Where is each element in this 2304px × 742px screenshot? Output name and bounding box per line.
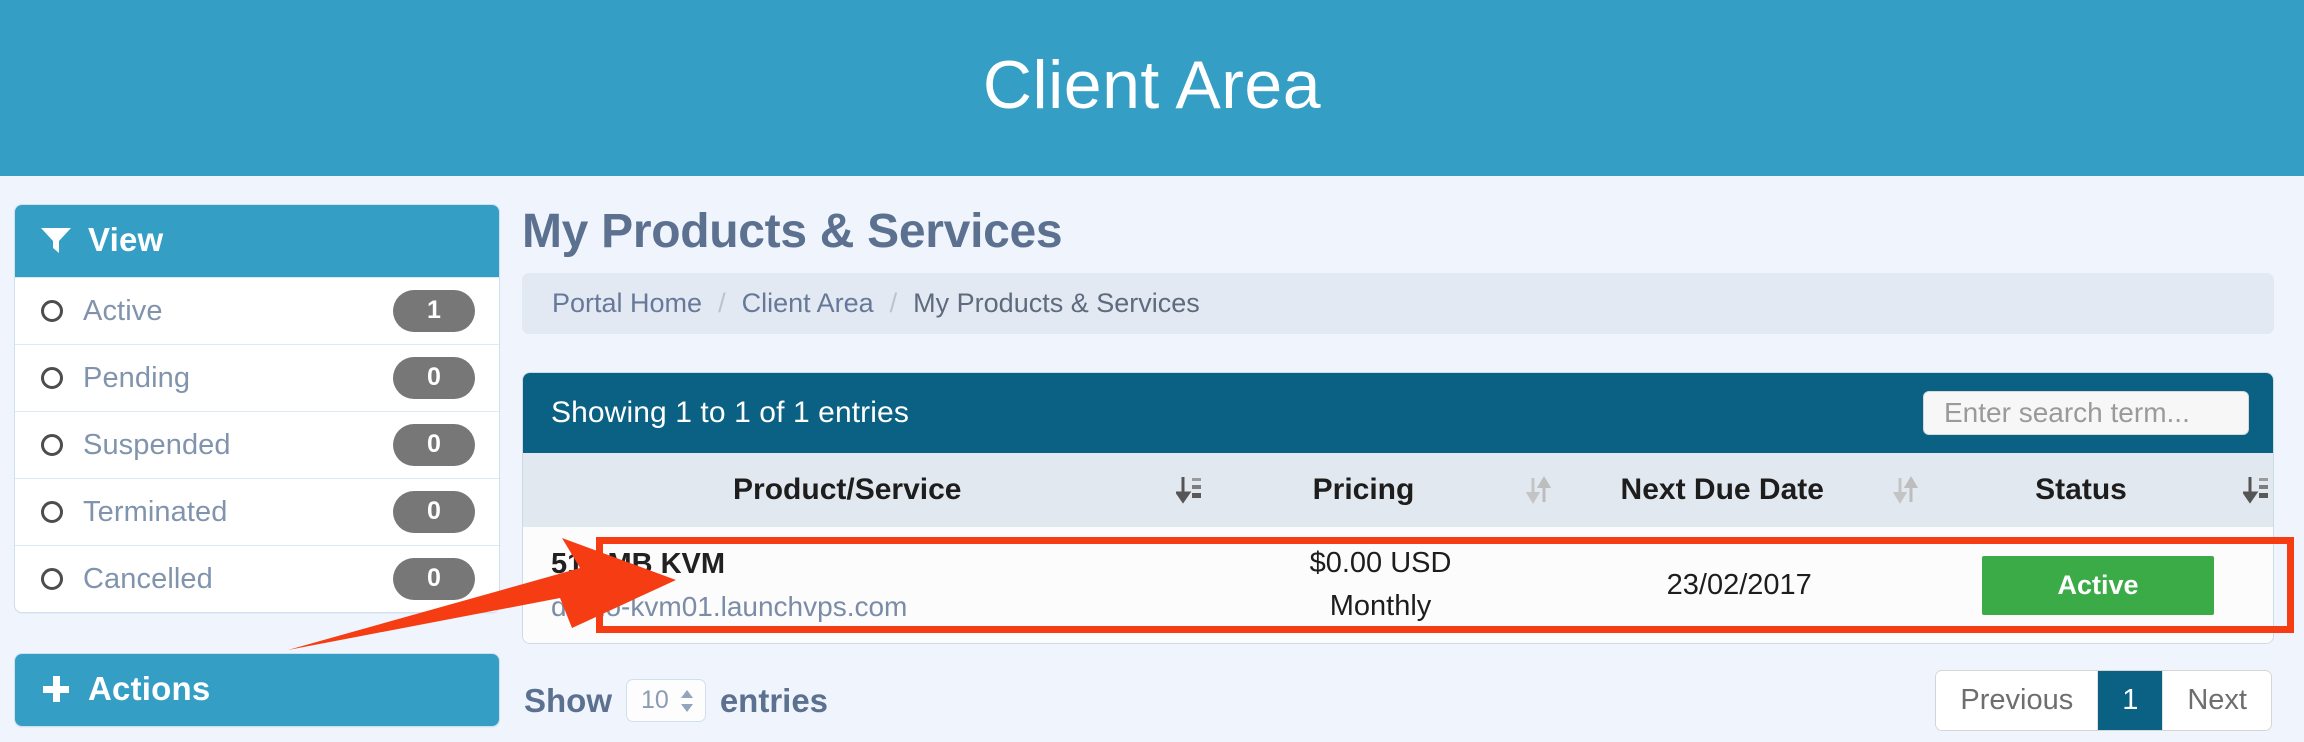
pagination-previous[interactable]: Previous <box>1936 671 2098 730</box>
sort-desc-icon[interactable] <box>2239 475 2273 505</box>
sidebar-item-label: Cancelled <box>83 562 213 595</box>
status-count-badge: 0 <box>393 424 475 466</box>
sidebar-item-terminated[interactable]: Terminated 0 <box>15 478 499 545</box>
sort-both-icon[interactable] <box>1889 475 1923 505</box>
product-domain[interactable]: demo-kvm01.launchvps.com <box>523 591 1206 623</box>
breadcrumb: Portal Home / Client Area / My Products … <box>522 273 2274 334</box>
breadcrumb-item-client-area[interactable]: Client Area <box>742 288 874 319</box>
products-table: Product/Service Pricing Next Due Date St… <box>523 453 2273 643</box>
actions-panel-title: Actions <box>88 670 211 707</box>
status-badge: Active <box>1982 555 2214 615</box>
list-item-left: Pending <box>41 362 190 395</box>
page-banner: Client Area <box>0 0 2304 176</box>
cell-next-due-date: 23/02/2017 <box>1555 527 1923 643</box>
sidebar-item-cancelled[interactable]: Cancelled 0 <box>15 545 499 612</box>
breadcrumb-separator: / <box>718 288 726 318</box>
table-body: 512 MB KVM demo-kvm01.launchvps.com $0.0… <box>523 527 2273 643</box>
column-header-next-due-date[interactable]: Next Due Date <box>1555 453 1923 527</box>
cell-pricing: $0.00 USD Monthly <box>1205 527 1556 643</box>
products-table-card: Showing 1 to 1 of 1 entries Product/Serv… <box>522 372 2274 644</box>
sidebar-item-label: Active <box>83 294 163 327</box>
cell-product-service: 512 MB KVM demo-kvm01.launchvps.com <box>523 527 1206 643</box>
show-entries-control: Show 10 entries <box>524 679 828 722</box>
sidebar-item-pending[interactable]: Pending 0 <box>15 344 499 411</box>
sidebar-item-label: Suspended <box>83 428 231 461</box>
list-item-left: Active <box>41 295 163 328</box>
main-content: My Products & Services Portal Home / Cli… <box>522 204 2304 731</box>
cell-status: Active <box>1923 527 2273 643</box>
circle-o-icon <box>41 501 63 523</box>
show-label: Show <box>524 681 612 719</box>
status-count-badge: 0 <box>393 491 475 533</box>
table-card-header: Showing 1 to 1 of 1 entries <box>523 373 2273 453</box>
circle-o-icon <box>41 300 63 322</box>
sidebar: View Active 1 Pending 0 Suspended 0 Term… <box>0 204 522 731</box>
pagination-next[interactable]: Next <box>2162 671 2271 730</box>
breadcrumb-item-current: My Products & Services <box>913 288 1200 318</box>
sidebar-item-suspended[interactable]: Suspended 0 <box>15 411 499 478</box>
sidebar-item-active[interactable]: Active 1 <box>15 277 499 344</box>
spinner-arrows-icon[interactable] <box>679 689 695 713</box>
filter-icon <box>41 226 71 254</box>
showing-entries-text: Showing 1 to 1 of 1 entries <box>551 396 909 429</box>
column-label: Product/Service <box>733 473 962 506</box>
entries-per-page-select[interactable]: 10 <box>626 679 706 722</box>
table-head: Product/Service Pricing Next Due Date St… <box>523 453 2273 527</box>
breadcrumb-item-portal-home[interactable]: Portal Home <box>552 288 702 319</box>
sidebar-item-label: Terminated <box>83 495 228 528</box>
actions-panel-header: Actions <box>15 654 499 726</box>
status-count-badge: 0 <box>393 357 475 399</box>
entries-value: 10 <box>641 686 669 714</box>
view-filter-panel: View Active 1 Pending 0 Suspended 0 Term… <box>14 204 500 613</box>
column-label: Pricing <box>1312 473 1415 506</box>
breadcrumb-separator: / <box>889 288 898 318</box>
sort-both-icon[interactable] <box>1522 475 1556 505</box>
column-header-pricing[interactable]: Pricing <box>1205 453 1556 527</box>
price-cycle: Monthly <box>1329 590 1432 622</box>
plus-icon <box>41 674 71 704</box>
list-item-left: Suspended <box>41 429 231 462</box>
circle-o-icon <box>41 434 63 456</box>
page-title: My Products & Services <box>522 205 1063 258</box>
search-input[interactable] <box>1923 391 2249 435</box>
column-label: Next Due Date <box>1620 473 1824 506</box>
list-item-left: Cancelled <box>41 563 213 596</box>
pagination-page-1[interactable]: 1 <box>2097 671 2163 730</box>
sidebar-item-label: Pending <box>83 361 191 394</box>
view-panel-header: View <box>15 205 499 277</box>
circle-o-icon <box>41 568 63 590</box>
price-amount: $0.00 USD <box>1309 547 1452 579</box>
table-header-row: Product/Service Pricing Next Due Date St… <box>523 453 2273 527</box>
status-count-badge: 0 <box>393 558 475 600</box>
sort-desc-icon[interactable] <box>1172 475 1206 505</box>
page-body: View Active 1 Pending 0 Suspended 0 Term… <box>0 176 2304 731</box>
page-banner-title: Client Area <box>982 47 1322 123</box>
column-header-status[interactable]: Status <box>1923 453 2273 527</box>
column-header-product-service[interactable]: Product/Service <box>523 453 1206 527</box>
view-panel-title: View <box>88 221 164 258</box>
actions-panel: Actions <box>14 653 500 727</box>
circle-o-icon <box>41 367 63 389</box>
table-footer: Show 10 entries Previous 1 Next <box>522 670 2274 731</box>
status-count-badge: 1 <box>393 290 475 332</box>
product-name: 512 MB KVM <box>551 547 726 580</box>
entries-label: entries <box>719 681 829 719</box>
pagination: Previous 1 Next <box>1935 670 2272 731</box>
table-row[interactable]: 512 MB KVM demo-kvm01.launchvps.com $0.0… <box>523 527 2273 643</box>
column-label: Status <box>2035 473 2127 506</box>
list-item-left: Terminated <box>41 496 227 529</box>
